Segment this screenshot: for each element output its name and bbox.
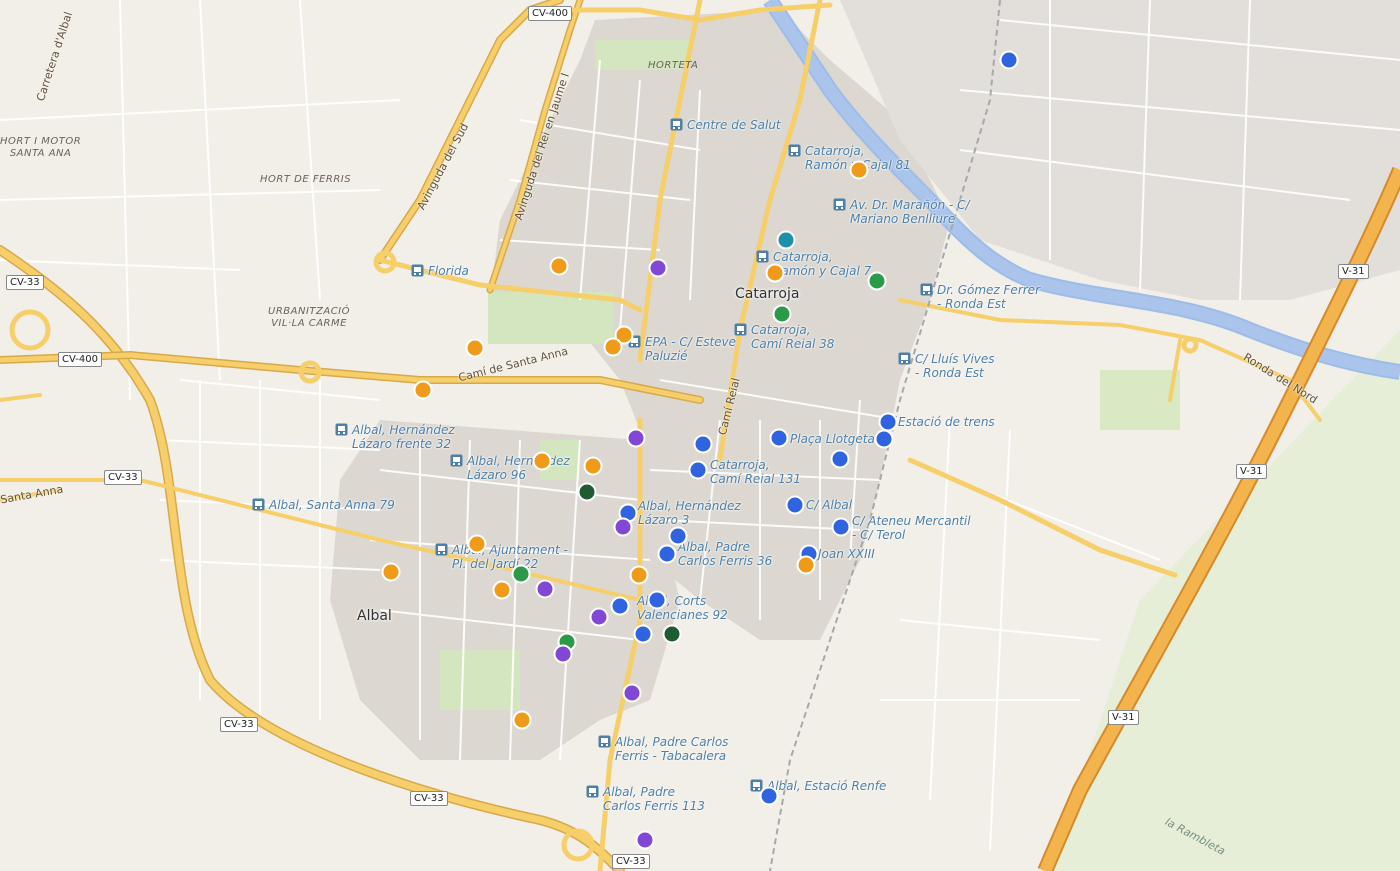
- map-marker-teal[interactable]: [776, 230, 796, 250]
- map-marker-green[interactable]: [511, 564, 531, 584]
- map-marker-blue[interactable]: [657, 544, 677, 564]
- map-marker-green[interactable]: [772, 304, 792, 324]
- map-marker-orange[interactable]: [512, 710, 532, 730]
- map-marker-blue[interactable]: [633, 624, 653, 644]
- map-marker-purple[interactable]: [553, 644, 573, 664]
- map-marker-blue[interactable]: [874, 429, 894, 449]
- map-marker-blue[interactable]: [647, 590, 667, 610]
- map-marker-orange[interactable]: [381, 562, 401, 582]
- map-marker-orange[interactable]: [849, 160, 869, 180]
- map-marker-blue[interactable]: [769, 428, 789, 448]
- map-marker-blue[interactable]: [830, 449, 850, 469]
- map-marker-orange[interactable]: [549, 256, 569, 276]
- map-marker-orange[interactable]: [532, 451, 552, 471]
- map-marker-blue[interactable]: [693, 434, 713, 454]
- map-marker-blue[interactable]: [878, 412, 898, 432]
- map-marker-green[interactable]: [867, 271, 887, 291]
- map-marker-purple[interactable]: [622, 683, 642, 703]
- map-marker-darkgreen[interactable]: [577, 482, 597, 502]
- map-marker-orange[interactable]: [413, 380, 433, 400]
- map-marker-blue[interactable]: [785, 495, 805, 515]
- map-marker-orange[interactable]: [629, 565, 649, 585]
- map-marker-purple[interactable]: [626, 428, 646, 448]
- map-marker-orange[interactable]: [465, 338, 485, 358]
- map-marker-purple[interactable]: [535, 579, 555, 599]
- map-marker-orange[interactable]: [603, 337, 623, 357]
- map-marker-blue[interactable]: [610, 596, 630, 616]
- map-marker-orange[interactable]: [492, 580, 512, 600]
- map-marker-blue[interactable]: [688, 460, 708, 480]
- map-marker-orange[interactable]: [765, 263, 785, 283]
- map-marker-blue[interactable]: [668, 526, 688, 546]
- map-marker-purple[interactable]: [635, 830, 655, 850]
- map-marker-purple[interactable]: [613, 517, 633, 537]
- map-marker-purple[interactable]: [648, 258, 668, 278]
- map-marker-darkgreen[interactable]: [662, 624, 682, 644]
- map-marker-orange[interactable]: [467, 534, 487, 554]
- map-marker-blue[interactable]: [999, 50, 1019, 70]
- map-marker-blue[interactable]: [831, 517, 851, 537]
- marker-layer: [381, 50, 1019, 850]
- map-marker-orange[interactable]: [796, 555, 816, 575]
- map-canvas[interactable]: Catarroja Albal HORTETA HORT DE FERRIS U…: [0, 0, 1400, 871]
- map-marker-orange[interactable]: [583, 456, 603, 476]
- map-marker-blue[interactable]: [759, 786, 779, 806]
- map-marker-purple[interactable]: [589, 607, 609, 627]
